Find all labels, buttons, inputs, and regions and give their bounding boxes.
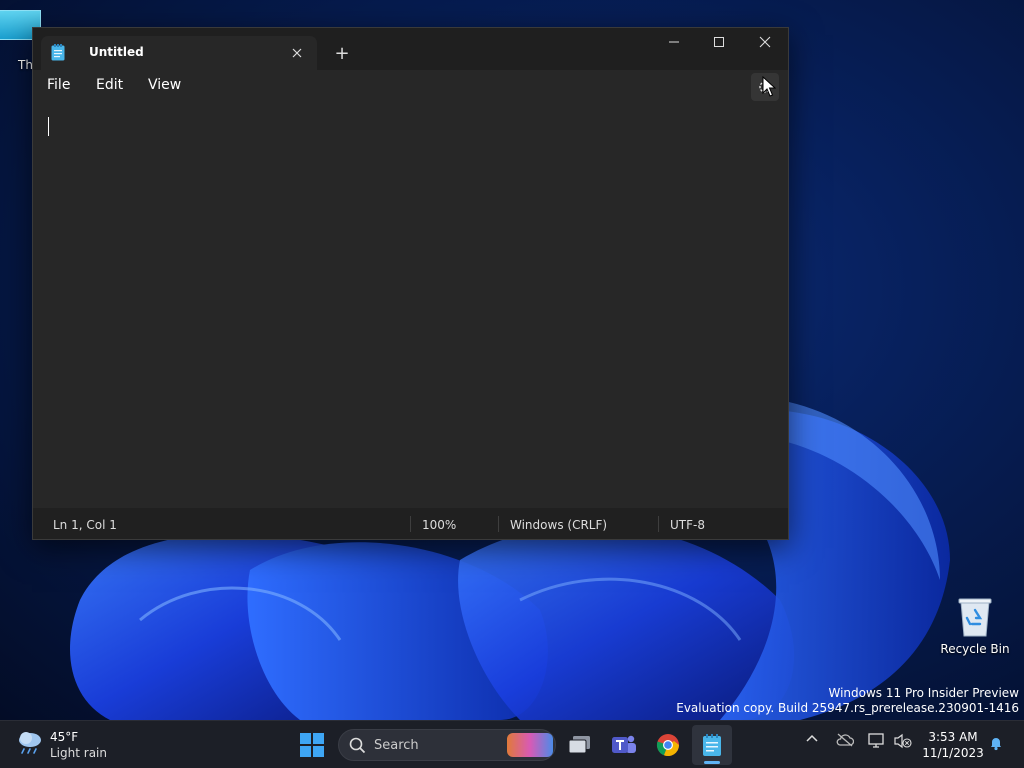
active-app-indicator xyxy=(704,761,720,764)
status-divider xyxy=(410,516,411,532)
evaluation-watermark: Windows 11 Pro Insider Preview Evaluatio… xyxy=(676,686,1019,716)
menu-edit[interactable]: Edit xyxy=(96,77,123,93)
search-icon xyxy=(349,737,366,754)
notepad-window: Untitled + File Edit View Ln 1, Col 1 10… xyxy=(32,27,789,540)
windows-logo-icon xyxy=(300,733,324,757)
mouse-pointer-icon xyxy=(762,76,776,97)
clock-date: 11/1/2023 xyxy=(922,746,984,760)
text-editor[interactable] xyxy=(33,102,788,507)
close-tab-button[interactable] xyxy=(285,41,309,65)
maximize-button[interactable] xyxy=(696,28,742,56)
chrome-button[interactable] xyxy=(648,725,688,765)
chrome-icon xyxy=(656,734,680,757)
watermark-line-2: Evaluation copy. Build 25947.rs_prerelea… xyxy=(676,701,1019,715)
system-clock[interactable]: 3:53 AM 11/1/2023 xyxy=(920,729,986,761)
close-window-button[interactable] xyxy=(742,28,788,56)
teams-icon xyxy=(612,735,636,753)
watermark-line-1: Windows 11 Pro Insider Preview xyxy=(828,686,1019,700)
recycle-bin-icon xyxy=(958,598,992,637)
notepad-icon xyxy=(703,734,721,756)
status-line-ending[interactable]: Windows (CRLF) xyxy=(510,518,607,532)
cloud-offline-icon xyxy=(836,733,855,747)
close-icon xyxy=(759,36,771,48)
status-divider xyxy=(498,516,499,532)
menu-view[interactable]: View xyxy=(148,77,181,93)
task-view-button[interactable] xyxy=(560,725,600,765)
teams-button[interactable] xyxy=(604,725,644,765)
text-caret xyxy=(48,117,49,136)
task-view-icon xyxy=(568,736,590,754)
status-cursor-position: Ln 1, Col 1 xyxy=(53,518,117,532)
chevron-up-icon xyxy=(806,734,818,742)
tab-title: Untitled xyxy=(89,45,144,59)
status-divider xyxy=(658,516,659,532)
close-icon xyxy=(292,48,302,58)
search-placeholder: Search xyxy=(374,738,419,753)
desktop-icon-recycle-bin[interactable]: Recycle Bin xyxy=(935,596,1015,656)
title-bar[interactable]: Untitled + xyxy=(33,28,788,70)
search-highlight-image xyxy=(507,733,553,757)
status-encoding[interactable]: UTF-8 xyxy=(670,518,705,532)
clock-time: 3:53 AM xyxy=(928,730,978,744)
taskbar: 45°F Light rain Search 3:53 AM 11/1/2023 xyxy=(0,720,1024,768)
weather-widget[interactable]: 45°F Light rain xyxy=(16,729,136,763)
weather-temperature: 45°F xyxy=(50,730,79,744)
minimize-button[interactable] xyxy=(651,28,697,56)
start-button[interactable] xyxy=(292,725,332,765)
new-tab-button[interactable]: + xyxy=(329,40,355,66)
taskbar-search[interactable]: Search xyxy=(338,729,556,761)
volume-button[interactable] xyxy=(894,733,912,752)
show-hidden-icons-button[interactable] xyxy=(806,733,818,748)
notepad-taskbar-button[interactable] xyxy=(692,725,732,765)
onedrive-button[interactable] xyxy=(836,733,855,750)
bell-icon xyxy=(991,738,1001,751)
desktop-icon-label: Recycle Bin xyxy=(940,642,1010,656)
desktop-icon-label: Th xyxy=(18,58,33,72)
notepad-icon xyxy=(51,44,65,61)
status-zoom[interactable]: 100% xyxy=(422,518,456,532)
volume-muted-icon xyxy=(894,733,912,749)
menu-file[interactable]: File xyxy=(47,77,70,93)
minimize-icon xyxy=(669,41,679,43)
rain-cloud-icon xyxy=(19,732,41,754)
network-button[interactable] xyxy=(868,733,886,752)
status-bar: Ln 1, Col 1 100% Windows (CRLF) UTF-8 xyxy=(33,508,788,539)
network-icon xyxy=(868,733,884,748)
maximize-icon xyxy=(714,37,724,47)
tab-untitled[interactable]: Untitled xyxy=(41,36,317,70)
menu-bar: File Edit View xyxy=(33,70,788,102)
weather-condition: Light rain xyxy=(50,746,107,760)
notifications-button[interactable] xyxy=(988,735,1004,754)
